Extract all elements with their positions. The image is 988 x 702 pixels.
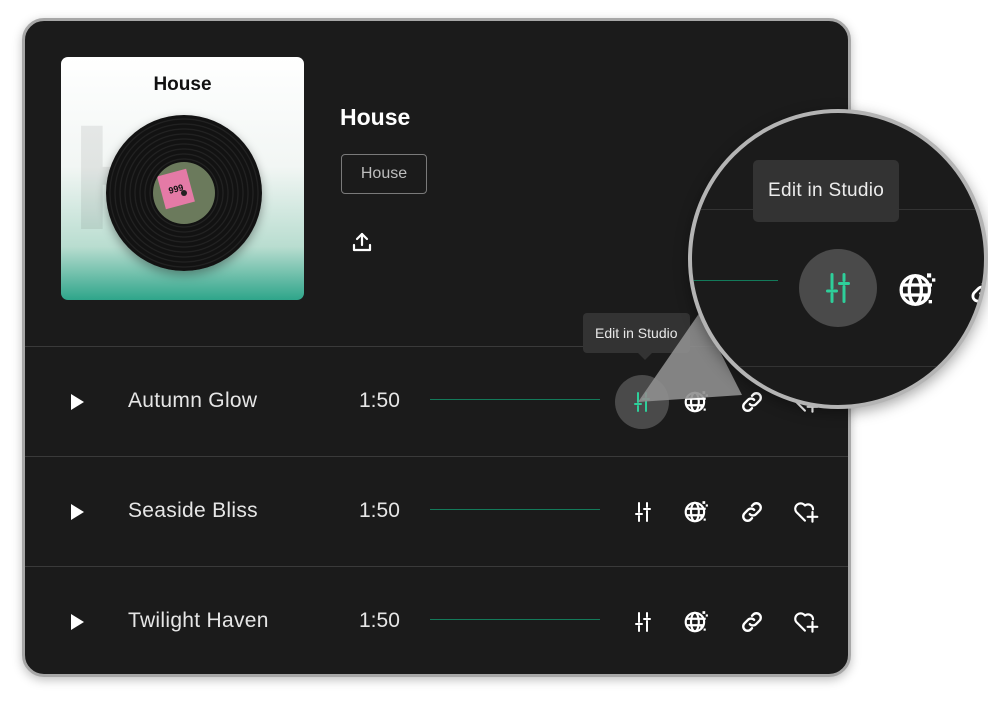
copy-link-button[interactable]: [737, 607, 767, 637]
edit-in-studio-button[interactable]: [628, 607, 658, 637]
magnified-studio-button: [799, 249, 877, 327]
play-icon[interactable]: [67, 502, 87, 522]
globe-icon: [683, 499, 709, 525]
upload-icon: [350, 230, 374, 254]
magnifier-divider: [692, 366, 984, 367]
magnified-tooltip: Edit in Studio: [753, 160, 900, 222]
link-icon: [739, 499, 765, 525]
track-title: Twilight Haven: [128, 609, 269, 632]
share-button[interactable]: [347, 227, 377, 257]
track-title: Seaside Bliss: [128, 499, 258, 522]
link-icon: [739, 389, 765, 415]
add-favorite-button[interactable]: [791, 607, 821, 637]
play-icon[interactable]: [67, 392, 87, 412]
track-duration: 1:50: [359, 499, 400, 522]
zoom-magnifier: Edit in Studio: [688, 109, 988, 409]
track-duration: 1:50: [359, 609, 400, 632]
track-row: Twilight Haven 1:50: [25, 566, 848, 677]
playlist-title: House: [340, 104, 411, 130]
genre-tag[interactable]: House: [341, 154, 427, 194]
track-waveform[interactable]: [430, 509, 600, 510]
cover-title: House: [153, 74, 212, 95]
add-favorite-button[interactable]: [791, 497, 821, 527]
link-icon: [739, 609, 765, 635]
vinyl-hole: [181, 190, 187, 196]
edit-in-studio-button[interactable]: [628, 497, 658, 527]
edit-in-studio-tooltip: Edit in Studio: [583, 313, 690, 353]
tooltip-arrow: [638, 353, 652, 360]
globe-icon: [897, 270, 937, 310]
track-waveform[interactable]: [430, 399, 600, 400]
sliders-icon: [631, 610, 655, 634]
copy-link-button[interactable]: [737, 497, 767, 527]
track-row: Seaside Bliss 1:50: [25, 456, 848, 567]
globe-icon: [683, 609, 709, 635]
heart-plus-icon: [792, 499, 820, 525]
link-icon: [968, 276, 988, 306]
edit-in-studio-button[interactable]: [615, 375, 669, 429]
magnified-remix-button: [895, 268, 939, 312]
vinyl-record-image: 999: [106, 115, 262, 271]
track-waveform[interactable]: [430, 619, 600, 620]
remix-button[interactable]: [681, 607, 711, 637]
vinyl-label: 999: [153, 162, 215, 224]
remix-button[interactable]: [681, 497, 711, 527]
copy-link-button[interactable]: [737, 387, 767, 417]
globe-icon: [683, 389, 709, 415]
playlist-cover: Ho House 999: [61, 57, 304, 300]
heart-plus-icon: [792, 609, 820, 635]
play-icon[interactable]: [67, 612, 87, 632]
magnifier-waveform: [692, 280, 778, 281]
track-row: Autumn Glow 1:50: [25, 346, 848, 457]
stage: Ho House 999 House House Autumn Glow 1:5…: [0, 0, 988, 702]
sliders-icon: [631, 500, 655, 524]
track-title: Autumn Glow: [128, 389, 258, 412]
sliders-icon: [630, 390, 654, 414]
sliders-icon: [820, 270, 856, 306]
remix-button[interactable]: [681, 387, 711, 417]
vinyl-sticker: 999: [157, 168, 195, 210]
track-duration: 1:50: [359, 389, 400, 412]
